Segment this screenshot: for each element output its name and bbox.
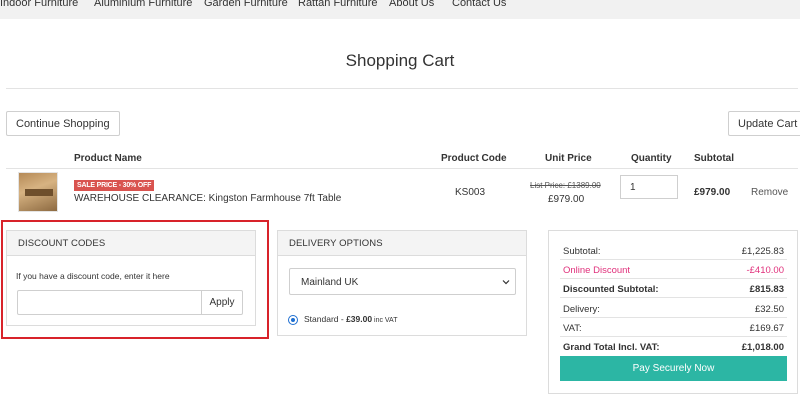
remove-link[interactable]: Remove (751, 187, 788, 198)
nav-indoor-furniture[interactable]: Indoor Furniture (0, 0, 78, 9)
summary-vat-label: VAT: (563, 323, 582, 334)
divider (6, 88, 798, 89)
summary-grand-total-label: Grand Total Incl. VAT: (563, 342, 660, 353)
standard-delivery-label: Standard - £39.00 inc VAT (304, 314, 397, 324)
page-title: Shopping Cart (345, 51, 455, 70)
standard-delivery-radio[interactable] (288, 315, 298, 325)
header-quantity: Quantity (631, 153, 672, 164)
summary-delivery-value: £32.50 (754, 304, 784, 315)
divider (560, 259, 787, 260)
nav-contact-us[interactable]: Contact Us (452, 0, 506, 9)
summary-discounted-subtotal-label: Discounted Subtotal: (563, 284, 659, 295)
delivery-option-price: £39.00 (346, 314, 373, 324)
divider (560, 278, 787, 279)
divider (560, 317, 787, 318)
product-thumbnail[interactable] (18, 172, 58, 212)
header-unit-price: Unit Price (545, 153, 592, 164)
highlight-box (1, 220, 269, 339)
summary-grand-total-value: £1,018.00 (741, 342, 784, 353)
unit-price: £979.00 (548, 194, 585, 205)
pay-securely-button[interactable]: Pay Securely Now (560, 356, 787, 381)
sale-badge: SALE PRICE - 30% OFF (74, 180, 155, 191)
nav-garden-furniture[interactable]: Garden Furniture (204, 0, 288, 9)
delivery-panel-heading: DELIVERY OPTIONS (278, 231, 526, 256)
product-name[interactable]: WAREHOUSE CLEARANCE: Kingston Farmhouse … (74, 193, 341, 204)
header-product-name: Product Name (74, 153, 142, 164)
line-subtotal: £979.00 (694, 187, 731, 198)
divider (560, 297, 787, 298)
delivery-option-name: Standard - (304, 314, 347, 324)
summary-discounted-subtotal-value: £815.83 (749, 284, 784, 295)
divider (560, 336, 787, 337)
nav-aluminium-furniture[interactable]: Aluminium Furniture (94, 0, 192, 9)
summary-vat-value: £169.67 (749, 323, 784, 334)
quantity-input[interactable] (620, 175, 678, 199)
divider (6, 168, 798, 169)
continue-shopping-button[interactable]: Continue Shopping (6, 111, 120, 136)
summary-delivery-label: Delivery: (563, 304, 600, 315)
top-navigation: Indoor Furniture Aluminium Furniture Gar… (0, 0, 800, 19)
list-price: List Price: £1389.00 (530, 181, 601, 190)
product-code: KS003 (455, 187, 486, 198)
chevron-down-icon (502, 280, 510, 285)
delivery-option-vat: inc VAT (372, 317, 398, 324)
nav-about-us[interactable]: About Us (389, 0, 434, 9)
summary-subtotal-label: Subtotal: (563, 246, 601, 257)
nav-rattan-furniture[interactable]: Rattan Furniture (298, 0, 377, 9)
update-cart-button[interactable]: Update Cart (728, 111, 800, 136)
summary-discount-value: -£410.00 (746, 265, 784, 276)
header-subtotal: Subtotal (694, 153, 734, 164)
summary-discount-label: Online Discount (563, 265, 631, 276)
summary-subtotal-value: £1,225.83 (741, 246, 784, 257)
delivery-region-select[interactable]: Mainland UK (289, 268, 516, 295)
delivery-region-value: Mainland UK (301, 277, 359, 288)
header-product-code: Product Code (441, 153, 507, 164)
